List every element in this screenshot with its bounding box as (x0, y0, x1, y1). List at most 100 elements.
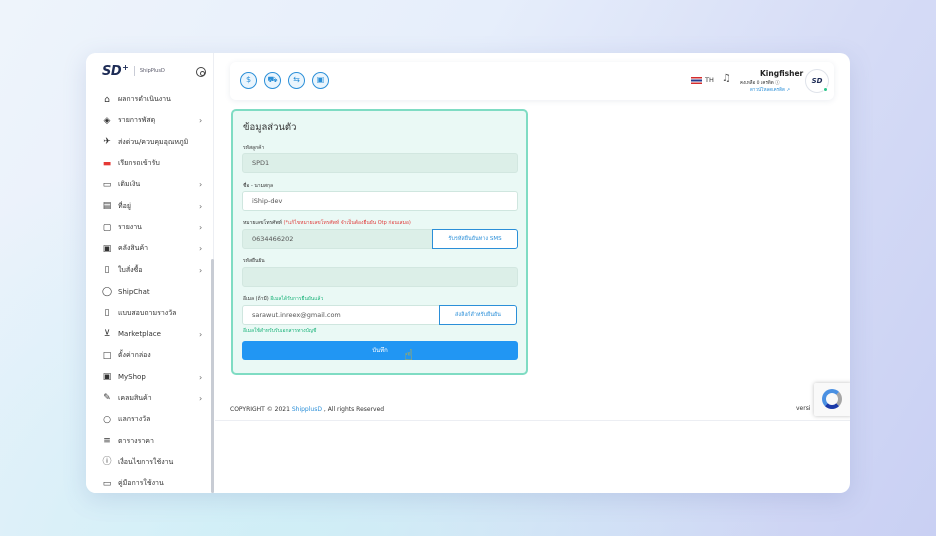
info-icon: ⓘ (102, 457, 112, 468)
document-icon: ▯ (104, 265, 110, 276)
sidebar-item[interactable]: ⊻ Marketplace › (86, 324, 210, 345)
recaptcha-icon (822, 389, 842, 409)
chevron-right-icon: › (199, 244, 203, 254)
sidebar-item-label: ส่งด่วน/ควบคุมอุณหภูมิ (118, 137, 189, 146)
sidebar-item[interactable]: ⌂ ผลการดำเนินงาน (86, 89, 210, 110)
save-button[interactable]: บันทึก (242, 341, 518, 360)
sidebar-item-label: เคลมสินค้า (118, 393, 152, 402)
sidebar-item[interactable]: ▤ ที่อยู่ › (86, 196, 210, 217)
otp-label: รหัสยืนยัน (243, 258, 265, 264)
sidebar-item[interactable]: ▬ เรียกรถเข้ารับ (86, 153, 210, 174)
box-return-icon[interactable]: ▣ (312, 72, 329, 89)
sidebar-item[interactable]: ≡ ตารางราคา (86, 431, 210, 452)
map-icon: ▤ (102, 201, 112, 212)
name-label: ชื่อ - นามสกุล (243, 183, 274, 189)
send-verify-link-button[interactable]: ส่งลิงก์สำหรับยืนยัน (439, 305, 517, 325)
form-title: ข้อมูลส่วนตัว (243, 122, 297, 133)
recaptcha-badge[interactable] (814, 383, 850, 416)
truck-icon[interactable]: ⛟ (264, 72, 281, 89)
wrench-icon: ✎ (103, 393, 111, 404)
sidebar-settings-icon[interactable] (196, 67, 206, 77)
chat-icon: ◯ (102, 286, 113, 297)
sidebar-item-label: เงื่อนไขการใช้งาน (118, 457, 174, 466)
express-icon: ✈ (103, 137, 111, 148)
book-icon: ▭ (102, 478, 112, 489)
phone-label: หมายเลขโทรศัพท์ (*แก้ไขหมายเลขโทรศัพท์ จ… (243, 219, 411, 227)
version-text: versi (796, 405, 811, 412)
sidebar-item-label: ตารางราคา (118, 436, 154, 445)
email-label-text: อีเมล (ถ้ามี) (243, 296, 269, 302)
sidebar-item-label: ใบสั่งซื้อ (118, 265, 143, 274)
email-hint: อีเมลใช้สำหรับรับเอกสารทางบัญชี (243, 328, 317, 334)
sidebar-item-label: Marketplace (118, 330, 161, 339)
rights-text: , All rights Reserved (323, 406, 385, 413)
pointer-hand-icon: ☝ (404, 346, 414, 364)
sidebar-item[interactable]: ✈ ส่งด่วน/ควบคุมอุณหภูมิ (86, 132, 210, 153)
thai-flag-icon[interactable] (691, 77, 702, 84)
sidebar-item[interactable]: □ ตั้งค่ากล่อง (86, 345, 210, 366)
app-window: SD + ShipPlusD ⌂ ผลการดำเนินงาน ◈ รายการพัส… (86, 53, 850, 493)
brand-logo-text: SD (102, 63, 122, 79)
sidebar-item[interactable]: ▢ รายงาน › (86, 217, 210, 238)
otp-field[interactable] (242, 267, 518, 287)
sidebar-item[interactable]: ▣ MyShop › (86, 367, 210, 388)
sidebar-item-label: คลังสินค้า (118, 244, 149, 253)
sidebar-item-label: เรียกรถเข้ารับ (118, 159, 160, 168)
sidebar-item[interactable]: ▣ คลังสินค้า › (86, 238, 210, 259)
list-icon: ≡ (103, 436, 111, 447)
home-icon: ⌂ (104, 94, 110, 105)
brand-logo[interactable]: SD + ShipPlusD (102, 63, 165, 79)
chevron-right-icon: › (199, 223, 203, 233)
cart-icon: ⊻ (103, 329, 111, 340)
sidebar-item-label: รายการพัสดุ (118, 116, 156, 125)
car-icon: ▬ (102, 158, 112, 169)
sidebar-item[interactable]: ▭ คู่มือการใช้งาน (86, 473, 210, 493)
bell-icon[interactable]: ♫ (722, 73, 731, 84)
sidebar-item-label: คู่มือการใช้งาน (118, 479, 164, 488)
top-header: $ ⛟ ⇆ ▣ TH ♫ Kingfisher คงเหลือ 0 เครดิต… (230, 62, 834, 100)
footer-brand-link[interactable]: ShipplusD (292, 406, 322, 413)
sidebar-item[interactable]: ◯ ShipChat (86, 281, 210, 302)
brand-subtitle: ShipPlusD (139, 68, 165, 74)
delivery-icon[interactable]: ⇆ (288, 72, 305, 89)
chevron-right-icon: › (199, 116, 203, 126)
chevron-right-icon: › (199, 265, 203, 275)
customer-code-label: รหัสลูกค้า (243, 145, 265, 151)
sidebar-item-label: ตั้งค่ากล่อง (118, 351, 151, 360)
sidebar-item[interactable]: ▯ ใบสั่งซื้อ › (86, 260, 210, 281)
circle-icon: ○ (103, 414, 111, 425)
email-label: อีเมล (ถ้ามี) อีเมลได้รับการยืนยันแล้ว (243, 295, 323, 303)
sidebar-scrollbar[interactable] (211, 259, 214, 493)
square-icon: □ (102, 350, 112, 361)
profile-form-card: ข้อมูลส่วนตัว รหัสลูกค้า SPD1 ชื่อ - นาม… (231, 109, 528, 375)
chevron-right-icon: › (199, 201, 203, 211)
sidebar-item[interactable]: ◈ รายการพัสดุ › (86, 110, 210, 131)
sidebar-item-label: แบบสอบถามรางวัล (118, 308, 177, 317)
credit-download-link[interactable]: ดาวน์โหลดเครดิต ↗ (750, 86, 790, 93)
dollar-icon[interactable]: $ (240, 72, 257, 89)
sidebar-item-label: MyShop (118, 373, 146, 382)
sidebar-item[interactable]: ▯ แบบสอบถามรางวัล (86, 303, 210, 324)
sidebar: SD + ShipPlusD ⌂ ผลการดำเนินงาน ◈ รายการพัส… (86, 53, 214, 493)
box-icon: ◈ (103, 115, 111, 126)
sidebar-item[interactable]: ⓘ เงื่อนไขการใช้งาน (86, 452, 210, 473)
sidebar-item-label: รายงาน (118, 223, 142, 232)
warehouse-icon: ▣ (102, 243, 112, 254)
chevron-right-icon: › (199, 393, 203, 403)
language-selector[interactable]: TH (705, 76, 714, 84)
sidebar-item[interactable]: ○ แลกรางวัล (86, 409, 210, 430)
sidebar-item-label: ShipChat (118, 287, 150, 296)
phone-label-text: หมายเลขโทรศัพท์ (243, 220, 282, 226)
brand-logo-plus: + (122, 62, 129, 72)
name-field[interactable]: iShip-dev (242, 191, 518, 211)
email-verified-note: อีเมลได้รับการยืนยันแล้ว (270, 296, 324, 302)
sidebar-item[interactable]: ▭ เติมเงิน › (86, 174, 210, 195)
survey-icon: ▯ (104, 308, 110, 318)
shop-icon: ▣ (102, 372, 112, 383)
credit-balance: คงเหลือ 0 เครดิต ⓘ (740, 81, 780, 86)
phone-field[interactable]: 0634466202 (242, 229, 434, 249)
sidebar-item[interactable]: ✎ เคลมสินค้า › (86, 388, 210, 409)
email-field[interactable]: sarawut.inreex@gmail.com (242, 305, 441, 325)
send-sms-otp-button[interactable]: รับรหัสยืนยันทาง SMS (432, 229, 518, 249)
sidebar-item-label: แลกรางวัล (118, 415, 151, 424)
